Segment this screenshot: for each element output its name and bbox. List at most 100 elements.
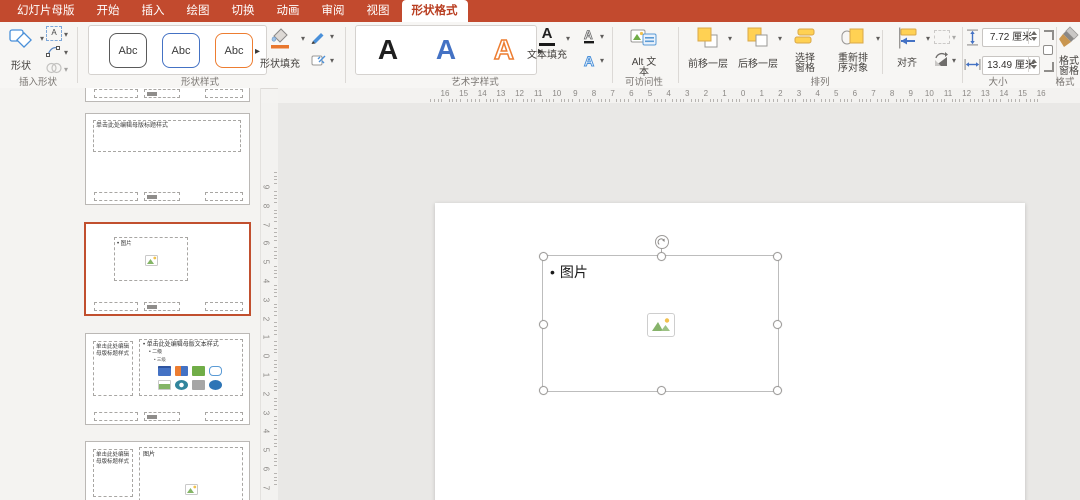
selection-pane-button[interactable]: 选择窗格 xyxy=(784,24,826,74)
handle-bottom-right[interactable] xyxy=(773,386,782,395)
h-ruler-number: 8 xyxy=(890,89,894,98)
h-ruler-tick xyxy=(1030,99,1031,102)
align-caret[interactable]: ▾ xyxy=(926,34,930,43)
textbox-caret[interactable]: ▾ xyxy=(64,30,68,39)
text-fill-caret[interactable]: ▾ xyxy=(566,34,570,43)
v-ruler-number: 5 xyxy=(262,260,271,264)
h-ruler-tick xyxy=(635,99,636,102)
mini-smartart-icon xyxy=(192,366,205,376)
h-ruler-tick xyxy=(937,99,938,102)
wordart-style-3[interactable]: A xyxy=(484,32,524,68)
handle-middle-right[interactable] xyxy=(773,320,782,329)
reorder-objects-caret[interactable]: ▾ xyxy=(876,34,880,43)
shape-fill-caret[interactable]: ▾ xyxy=(301,34,305,43)
v-ruler-tick xyxy=(274,289,277,290)
v-ruler-tick xyxy=(274,330,277,331)
edit-points-caret[interactable]: ▾ xyxy=(64,48,68,57)
shape-outline-caret[interactable]: ▾ xyxy=(330,32,334,41)
shapes-button[interactable]: 形状 xyxy=(2,24,40,72)
handle-bottom-middle[interactable] xyxy=(657,386,666,395)
shape-width-spinner[interactable] xyxy=(1028,57,1039,72)
thumb5-picture-placeholder: 图片 xyxy=(139,447,243,500)
textbox-button[interactable]: A xyxy=(46,26,62,41)
h-ruler-tick xyxy=(572,99,573,102)
text-effects-icon[interactable]: A xyxy=(580,52,598,70)
handle-top-middle[interactable] xyxy=(657,252,666,261)
shape-effects-caret[interactable]: ▾ xyxy=(330,56,334,65)
rotate-objects-icon[interactable] xyxy=(932,52,950,68)
thumb1-date-placeholder xyxy=(94,89,138,98)
text-outline-icon[interactable]: A xyxy=(580,27,598,45)
v-ruler-tick xyxy=(274,296,277,297)
shape-style-swatch-3[interactable]: Abc xyxy=(215,33,253,68)
edit-points-icon[interactable] xyxy=(46,44,61,58)
shape-fill-button[interactable]: 形状填充 xyxy=(258,24,302,70)
shape-outline-icon[interactable] xyxy=(310,28,326,44)
v-ruler-tick xyxy=(274,221,277,222)
h-ruler-tick xyxy=(952,99,953,102)
placeholder-image-icon xyxy=(647,313,675,337)
h-ruler-tick xyxy=(982,99,983,102)
bring-forward-button[interactable]: ▾ 前移一层 xyxy=(684,24,732,70)
master-thumbnail-1[interactable] xyxy=(85,88,250,102)
format-pane-button[interactable]: 格式窗格 xyxy=(1058,24,1080,77)
wordart-style-1[interactable]: A xyxy=(368,32,408,68)
handle-middle-left[interactable] xyxy=(539,320,548,329)
master-thumbnail-5[interactable]: 单击此处编辑母版标题样式 图片 xyxy=(85,441,250,500)
rotate-objects-caret[interactable]: ▾ xyxy=(952,56,956,65)
wordart-gallery[interactable]: A A A xyxy=(355,25,537,75)
picture-placeholder[interactable]: • 图片 xyxy=(542,255,779,392)
shapes-caret[interactable]: ▾ xyxy=(40,34,44,43)
h-ruler-number: 10 xyxy=(552,89,561,98)
h-ruler-tick xyxy=(777,99,778,102)
master-thumbnail-3-selected[interactable]: • 图片 xyxy=(84,222,251,316)
h-ruler-tick xyxy=(944,99,945,102)
wordart-style-2[interactable]: A xyxy=(426,32,466,68)
send-backward-caret[interactable]: ▾ xyxy=(778,34,782,43)
tab-6[interactable]: 动画 xyxy=(267,0,310,22)
v-ruler-number: 4 xyxy=(262,429,271,433)
mini-donut-icon xyxy=(175,380,188,390)
rotation-handle[interactable] xyxy=(655,235,669,249)
master-thumbnail-2[interactable]: 单击此处编辑母版标题样式 xyxy=(85,113,250,205)
selection-pane-icon xyxy=(794,27,816,47)
thumb3-date-placeholder xyxy=(94,302,138,311)
tab-9[interactable]: 形状格式 xyxy=(402,0,468,22)
text-effects-caret[interactable]: ▾ xyxy=(600,56,604,65)
slide-canvas[interactable]: • 图片 xyxy=(435,203,1025,500)
send-backward-button[interactable]: ▾ 后移一层 xyxy=(734,24,782,70)
h-ruler-tick xyxy=(1000,99,1001,102)
alt-text-button[interactable]: Alt 文本 xyxy=(618,24,670,78)
tab-8[interactable]: 视图 xyxy=(357,0,400,22)
h-ruler-tick xyxy=(601,99,602,102)
h-ruler-tick xyxy=(773,99,774,102)
shape-effects-icon[interactable] xyxy=(310,52,326,68)
tab-7[interactable]: 审阅 xyxy=(312,0,355,22)
wordart-group-label: 艺术字样式 xyxy=(385,74,565,88)
handle-top-left[interactable] xyxy=(539,252,548,261)
h-ruler-tick xyxy=(1034,99,1035,102)
handle-top-right[interactable] xyxy=(773,252,782,261)
h-ruler-tick xyxy=(624,99,625,102)
shape-style-gallery[interactable]: Abc Abc Abc xyxy=(88,25,267,75)
tab-1[interactable]: 幻灯片母版 xyxy=(7,0,85,22)
shape-width-icon xyxy=(964,58,981,71)
text-outline-caret[interactable]: ▾ xyxy=(600,32,604,41)
master-thumbnail-4[interactable]: 单击此处编辑母版标题样式 • 单击此处编辑母版文本样式 • 二级 • 三级 xyxy=(85,333,250,425)
shape-height-spinner[interactable] xyxy=(1028,29,1039,44)
h-ruler-tick xyxy=(1008,99,1009,102)
tab-3[interactable]: 插入 xyxy=(132,0,175,22)
tab-2[interactable]: 开始 xyxy=(87,0,130,22)
h-ruler-tick xyxy=(542,99,543,102)
align-button[interactable]: ▾ 对齐 xyxy=(886,24,928,69)
tab-5[interactable]: 切换 xyxy=(222,0,265,22)
shape-style-swatch-1[interactable]: Abc xyxy=(109,33,147,68)
reorder-objects-button[interactable]: ▾ 重新排序对象 xyxy=(828,24,878,74)
bring-forward-caret[interactable]: ▾ xyxy=(728,34,732,43)
shape-style-swatch-2[interactable]: Abc xyxy=(162,33,200,68)
text-fill-button[interactable]: A 文本填充 xyxy=(524,24,570,61)
handle-bottom-left[interactable] xyxy=(539,386,548,395)
tab-4[interactable]: 绘图 xyxy=(177,0,220,22)
h-ruler-number: 9 xyxy=(909,89,913,98)
v-ruler-tick xyxy=(274,390,277,391)
